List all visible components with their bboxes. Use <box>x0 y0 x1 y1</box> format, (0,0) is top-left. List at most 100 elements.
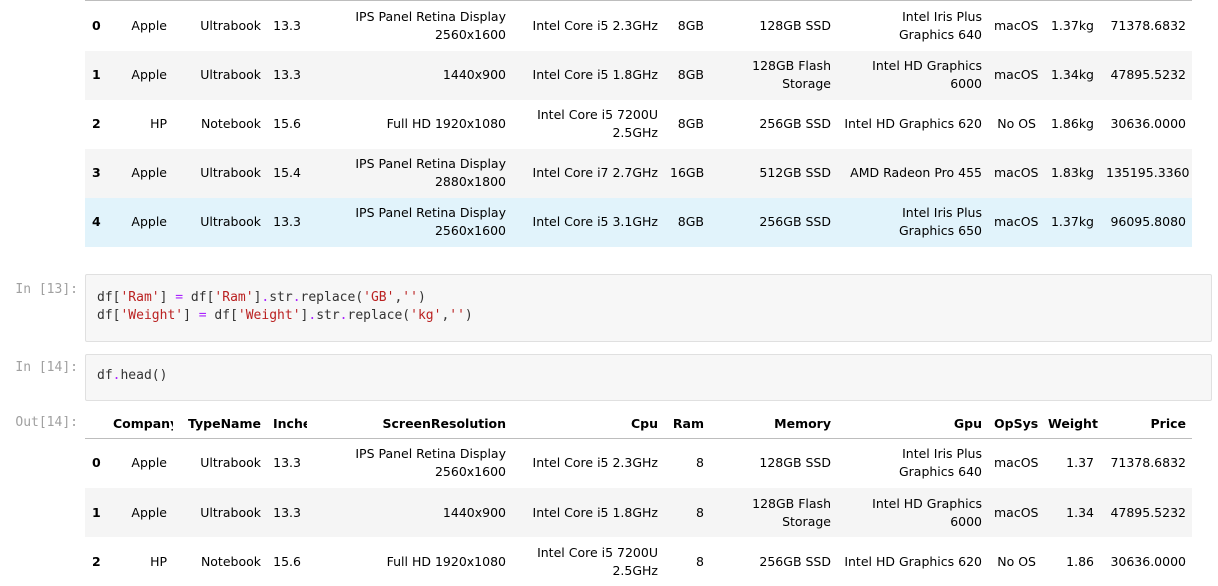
cell-screenresolution: 1440x900 <box>307 488 512 537</box>
code-cell-14[interactable]: df.head() <box>85 354 1212 401</box>
header-price: Price <box>1100 410 1192 439</box>
cell-memory: 128GB Flash Storage <box>710 50 837 100</box>
cell-weight: 1.86 <box>1066 553 1094 569</box>
cell-cpu: Intel Core i7 2.7GHz <box>512 148 664 198</box>
header-weight: Weight <box>1042 410 1100 439</box>
cell-weight: 1.34 <box>1042 488 1100 537</box>
cell-inches: 13.3 <box>267 197 307 247</box>
cell-screenresolution: Full HD 1920x1080 <box>386 553 506 569</box>
cell-price: 71378.6832 <box>1110 17 1186 33</box>
header-memory: Memory <box>710 410 837 439</box>
header-inches: Inches <box>267 410 307 439</box>
cell-screenresolution: Full HD 1920x1080 <box>386 116 506 131</box>
header-opsys: OpSys <box>988 410 1042 439</box>
cell-company: Apple <box>107 488 173 537</box>
cell-price: 47895.5232 <box>1100 50 1192 100</box>
cell-gpu: Intel Iris Plus Graphics 650 <box>837 197 988 247</box>
cell-cpu: Intel Core i5 1.8GHz <box>512 50 664 100</box>
cell-typename: Notebook <box>200 553 261 569</box>
header-screenresolution: ScreenResolution <box>307 410 512 439</box>
dataframe-output-head: Company TypeName Inches ScreenResolution… <box>85 410 1192 586</box>
table-row: 2 HP Notebook 15.6 Full HD 1920x1080 Int… <box>85 537 1192 586</box>
cell-memory: 256GB SSD <box>759 116 831 131</box>
cell-gpu: Intel HD Graphics 620 <box>844 553 982 569</box>
cell-price: 135195.3360 <box>1100 148 1192 198</box>
cell-opsys: No OS <box>997 116 1036 131</box>
cell-screenresolution: IPS Panel Retina Display 2560x1600 <box>355 446 506 480</box>
cell-ram: 8 <box>696 455 704 471</box>
row-index: 0 <box>92 17 101 33</box>
table-row: 3 Apple Ultrabook 15.4 IPS Panel Retina … <box>85 148 1192 198</box>
cell-typename: Ultrabook <box>173 488 267 537</box>
cell-weight: 1.83kg <box>1042 148 1100 198</box>
cell-memory: 256GB SSD <box>710 197 837 247</box>
cell-screenresolution: 1440x900 <box>307 50 512 100</box>
cell-gpu: Intel HD Graphics 620 <box>844 116 982 131</box>
cell-inches: 13.3 <box>273 17 301 33</box>
cell-opsys: macOS <box>988 50 1042 100</box>
cell-inches: 15.6 <box>273 553 301 569</box>
table-row: 0 Apple Ultrabook 13.3 IPS Panel Retina … <box>85 1 1192 51</box>
row-index: 3 <box>85 148 125 198</box>
dataframe-output-top: 0 Apple Ultrabook 13.3 IPS Panel Retina … <box>85 0 1192 247</box>
row-index: 1 <box>85 488 107 537</box>
cell-weight: 1.37kg <box>1042 197 1100 247</box>
cell-inches: 15.6 <box>273 116 301 131</box>
input-prompt: In [14]: <box>15 360 78 375</box>
cell-inches: 13.3 <box>273 455 301 471</box>
code-cell-13[interactable]: df['Ram'] = df['Ram'].str.replace('GB','… <box>85 274 1212 342</box>
cell-price: 30636.0000 <box>1110 553 1186 569</box>
table-row-hovered: 4 Apple Ultrabook 13.3 IPS Panel Retina … <box>85 197 1192 247</box>
cell-memory: 128GB SSD <box>759 455 831 471</box>
cell-company: Apple <box>125 197 173 247</box>
cell-company: Apple <box>131 17 167 33</box>
header-gpu: Gpu <box>837 410 988 439</box>
cell-gpu: AMD Radeon Pro 455 <box>837 148 988 198</box>
table-row: 1 Apple Ultrabook 13.3 1440x900 Intel Co… <box>85 488 1192 537</box>
cell-screenresolution: IPS Panel Retina Display 2560x1600 <box>307 197 512 247</box>
cell-company: HP <box>150 116 167 131</box>
cell-company: Apple <box>125 148 173 198</box>
header-company: Company <box>107 410 173 439</box>
cell-weight: 1.37 <box>1066 455 1094 471</box>
row-index: 0 <box>92 455 101 471</box>
cell-ram: 8GB <box>664 197 710 247</box>
cell-memory: 128GB Flash Storage <box>710 488 837 537</box>
cell-memory: 128GB SSD <box>759 17 831 33</box>
cell-price: 30636.0000 <box>1110 116 1186 131</box>
cell-typename: Ultrabook <box>173 50 267 100</box>
header-typename: TypeName <box>173 410 267 439</box>
cell-ram: 8GB <box>677 17 704 33</box>
cell-screenresolution: IPS Panel Retina Display 2560x1600 <box>355 8 506 42</box>
cell-typename: Ultrabook <box>173 197 267 247</box>
cell-ram: 8 <box>664 488 710 537</box>
cell-gpu: Intel HD Graphics 6000 <box>837 50 988 100</box>
cell-inches: 13.3 <box>267 488 307 537</box>
cell-weight: 1.37kg <box>1050 17 1094 33</box>
cell-weight: 1.86kg <box>1050 116 1094 131</box>
cell-typename: Notebook <box>200 116 261 131</box>
input-prompt: In [13]: <box>15 282 78 297</box>
cell-price: 96095.8080 <box>1100 197 1192 247</box>
cell-typename: Ultrabook <box>173 148 267 198</box>
cell-typename: Ultrabook <box>200 455 261 471</box>
cell-price: 71378.6832 <box>1110 455 1186 471</box>
cell-company: HP <box>150 553 167 569</box>
cell-ram: 8GB <box>677 116 704 131</box>
cell-weight: 1.34kg <box>1042 50 1100 100</box>
cell-ram: 16GB <box>664 148 710 198</box>
cell-cpu: Intel Core i5 7200U 2.5GHz <box>537 107 658 140</box>
cell-opsys: No OS <box>997 553 1036 569</box>
cell-gpu: Intel Iris Plus Graphics 640 <box>898 446 982 480</box>
cell-opsys: macOS <box>994 17 1039 33</box>
cell-cpu: Intel Core i5 2.3GHz <box>532 455 658 471</box>
cell-company: Apple <box>125 50 173 100</box>
cell-cpu: Intel Core i5 1.8GHz <box>512 488 664 537</box>
cell-screenresolution: IPS Panel Retina Display 2880x1800 <box>307 148 512 198</box>
cell-gpu: Intel Iris Plus Graphics 640 <box>898 8 982 42</box>
cell-cpu: Intel Core i5 2.3GHz <box>532 17 658 33</box>
table-row: 2 HP Notebook 15.6 Full HD 1920x1080 Int… <box>85 100 1192 149</box>
cell-opsys: macOS <box>988 148 1042 198</box>
header-ram: Ram <box>664 410 710 439</box>
cell-inches: 13.3 <box>267 50 307 100</box>
